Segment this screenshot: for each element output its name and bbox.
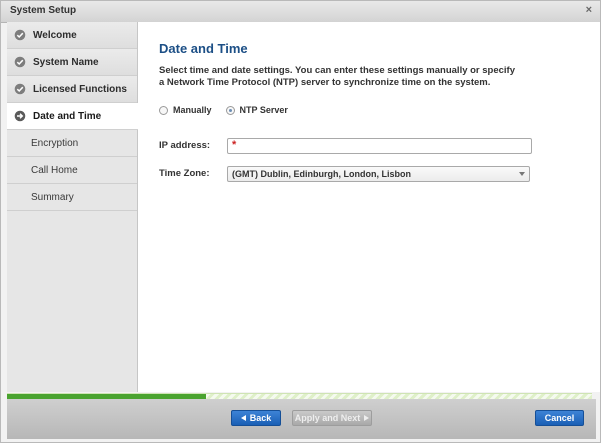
ntp-server-radio-label[interactable]: NTP Server bbox=[240, 105, 288, 115]
next-arrow-icon bbox=[364, 414, 370, 421]
step-call-home: Call Home bbox=[7, 157, 137, 184]
back-arrow-icon bbox=[240, 414, 246, 421]
window-title: System Setup bbox=[10, 5, 77, 16]
time-zone-label: Time Zone: bbox=[159, 168, 210, 179]
manually-radio[interactable] bbox=[159, 105, 168, 115]
apply-and-next-button[interactable]: Apply and Next bbox=[292, 410, 372, 426]
step-description: Select time and date settings. You can e… bbox=[159, 65, 516, 88]
step-label: Call Home bbox=[31, 164, 78, 176]
close-icon[interactable]: × bbox=[586, 4, 592, 16]
title-bar: System Setup × bbox=[1, 1, 600, 23]
time-zone-selected-value: (GMT) Dublin, Edinburgh, London, Lisbon bbox=[232, 169, 411, 179]
required-field-marker: * bbox=[232, 139, 237, 151]
step-label: Summary bbox=[31, 191, 74, 203]
step-licensed-functions[interactable]: Licensed Functions bbox=[7, 76, 137, 103]
check-circle-icon bbox=[14, 83, 26, 95]
check-circle-icon bbox=[14, 29, 26, 41]
step-system-name[interactable]: System Name bbox=[7, 49, 137, 76]
step-label: Licensed Functions bbox=[33, 83, 127, 95]
system-setup-dialog: System Setup × Welcome System Name Licen… bbox=[0, 0, 601, 443]
time-zone-select[interactable]: (GMT) Dublin, Edinburgh, London, Lisbon bbox=[227, 166, 530, 182]
step-content-panel: Date and Time Select time and date setti… bbox=[138, 22, 600, 392]
dialog-footer: Back Apply and Next Cancel bbox=[7, 399, 596, 439]
time-mode-radio-group: Manually NTP Server bbox=[159, 103, 302, 117]
step-date-and-time[interactable]: Date and Time bbox=[7, 103, 138, 130]
step-label: System Name bbox=[33, 56, 99, 68]
back-button-label: Back bbox=[249, 413, 272, 423]
arrow-right-circle-icon bbox=[14, 110, 26, 122]
ip-address-input[interactable]: * bbox=[227, 138, 532, 154]
cancel-button[interactable]: Cancel bbox=[535, 410, 584, 426]
wizard-steps-sidebar: Welcome System Name Licensed Functions D… bbox=[7, 22, 138, 392]
back-button[interactable]: Back bbox=[231, 410, 281, 426]
ip-address-label: IP address: bbox=[159, 140, 211, 151]
step-label: Welcome bbox=[33, 29, 77, 41]
chevron-down-icon bbox=[519, 172, 525, 176]
ntp-server-radio[interactable] bbox=[225, 105, 235, 115]
step-label: Date and Time bbox=[33, 110, 102, 122]
step-welcome[interactable]: Welcome bbox=[7, 22, 137, 49]
step-encryption: Encryption bbox=[7, 130, 137, 157]
step-summary: Summary bbox=[7, 184, 137, 211]
manually-radio-label[interactable]: Manually bbox=[173, 105, 212, 115]
page-title: Date and Time bbox=[159, 41, 248, 56]
apply-and-next-button-label: Apply and Next bbox=[294, 413, 361, 423]
cancel-button-label: Cancel bbox=[544, 413, 575, 423]
check-circle-icon bbox=[14, 56, 26, 68]
step-label: Encryption bbox=[31, 137, 79, 149]
